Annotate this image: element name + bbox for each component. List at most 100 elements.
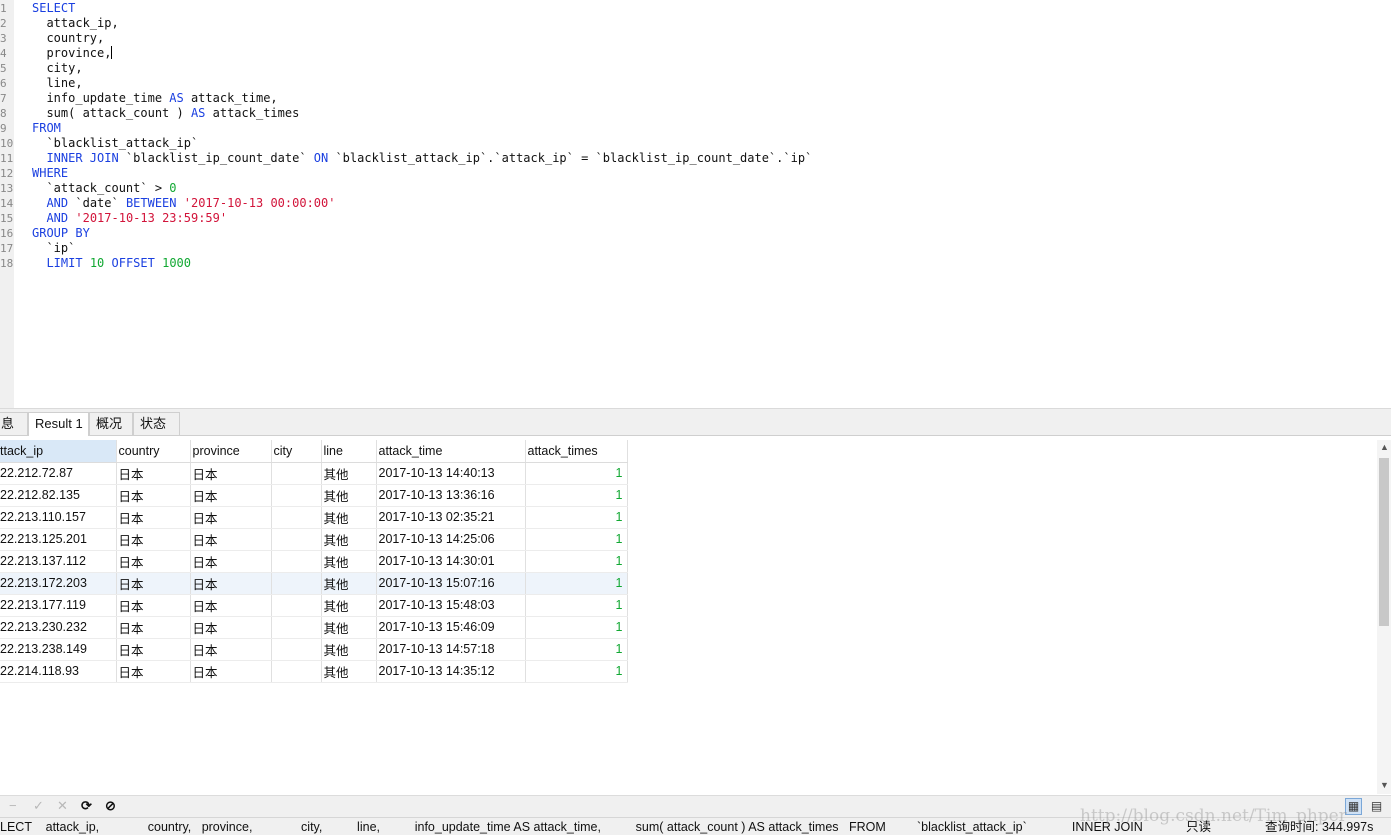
table-cell[interactable]: 22.214.118.93: [0, 660, 117, 683]
table-cell[interactable]: 2017-10-13 15:48:03: [376, 594, 526, 617]
column-header[interactable]: province: [190, 440, 272, 463]
table-cell[interactable]: [271, 462, 322, 485]
table-cell[interactable]: [271, 572, 322, 595]
table-row[interactable]: 22.214.118.93 日本 日本 其他 2017-10-13 14:35:12 1: [0, 660, 628, 683]
table-cell[interactable]: 日本: [190, 550, 272, 573]
tab-profile[interactable]: 概况: [89, 412, 133, 435]
table-cell[interactable]: 日本: [116, 550, 191, 573]
table-cell[interactable]: 2017-10-13 14:57:18: [376, 638, 526, 661]
table-cell[interactable]: 日本: [190, 528, 272, 551]
code-line[interactable]: AND `date` BETWEEN '2017-10-13 00:00:00': [32, 196, 335, 211]
table-cell[interactable]: 日本: [190, 660, 272, 683]
code-line[interactable]: GROUP BY: [32, 226, 90, 241]
table-cell[interactable]: [271, 616, 322, 639]
table-cell[interactable]: 其他: [321, 506, 377, 529]
table-cell[interactable]: 其他: [321, 616, 377, 639]
code-line[interactable]: `blacklist_attack_ip`: [32, 136, 198, 151]
code-line[interactable]: city,: [32, 61, 82, 76]
refresh-icon[interactable]: ⟳: [81, 797, 92, 815]
table-cell[interactable]: 2017-10-13 02:35:21: [376, 506, 526, 529]
table-cell[interactable]: 日本: [116, 616, 191, 639]
apply-changes-icon[interactable]: ✓: [33, 797, 44, 815]
table-cell[interactable]: 日本: [190, 594, 272, 617]
table-cell[interactable]: 22.213.110.157: [0, 506, 117, 529]
table-cell[interactable]: 日本: [116, 506, 191, 529]
column-header[interactable]: city: [271, 440, 322, 463]
code-line[interactable]: attack_ip,: [32, 16, 118, 31]
table-row[interactable]: 22.213.238.149 日本 日本 其他 2017-10-13 14:57:18 1: [0, 638, 628, 661]
table-cell[interactable]: 2017-10-13 15:46:09: [376, 616, 526, 639]
table-cell[interactable]: 其他: [321, 484, 377, 507]
table-cell[interactable]: [271, 594, 322, 617]
delete-record-icon[interactable]: −: [9, 797, 17, 815]
code-line[interactable]: `attack_count` > 0: [32, 181, 176, 196]
table-cell[interactable]: [271, 660, 322, 683]
table-cell[interactable]: 日本: [190, 484, 272, 507]
table-cell[interactable]: 22.213.177.119: [0, 594, 117, 617]
table-cell[interactable]: 其他: [321, 660, 377, 683]
table-cell[interactable]: 1: [525, 550, 628, 573]
table-cell[interactable]: 22.213.137.112: [0, 550, 117, 573]
table-row[interactable]: 22.213.177.119 日本 日本 其他 2017-10-13 15:48:03 1: [0, 594, 628, 617]
code-line[interactable]: AND '2017-10-13 23:59:59': [32, 211, 227, 226]
scroll-down-icon[interactable]: ▼: [1380, 780, 1389, 790]
column-header[interactable]: country: [116, 440, 191, 463]
table-cell[interactable]: [271, 528, 322, 551]
table-cell[interactable]: 1: [525, 572, 628, 595]
table-row[interactable]: 22.213.110.157 日本 日本 其他 2017-10-13 02:35:21 1: [0, 506, 628, 529]
code-line[interactable]: WHERE: [32, 166, 68, 181]
tab-status[interactable]: 状态: [133, 412, 180, 435]
code-line[interactable]: info_update_time AS attack_time,: [32, 91, 277, 106]
table-cell[interactable]: 22.213.172.203: [0, 572, 117, 595]
grid-view-icon[interactable]: ▦: [1345, 798, 1362, 815]
table-cell[interactable]: 2017-10-13 14:30:01: [376, 550, 526, 573]
table-cell[interactable]: 1: [525, 462, 628, 485]
sql-editor[interactable]: 1 2 3 4 5 6 7 8 9 10 11 12 13 14 15 16 17 18 SELECT attac…: [0, 0, 1391, 408]
table-cell[interactable]: 日本: [116, 528, 191, 551]
table-row[interactable]: 22.213.137.112 日本 日本 其他 2017-10-13 14:30:01 1: [0, 550, 628, 573]
code-line[interactable]: SELECT: [32, 1, 75, 16]
column-header[interactable]: ttack_ip: [0, 440, 117, 463]
table-cell[interactable]: 22.213.230.232: [0, 616, 117, 639]
table-cell[interactable]: 1: [525, 484, 628, 507]
code-line[interactable]: `ip`: [32, 241, 75, 256]
vertical-scrollbar[interactable]: ▲ ▼: [1377, 440, 1391, 794]
table-cell[interactable]: 日本: [116, 638, 191, 661]
table-cell[interactable]: 日本: [116, 594, 191, 617]
table-cell[interactable]: 日本: [190, 572, 272, 595]
table-cell[interactable]: 日本: [116, 572, 191, 595]
form-view-icon[interactable]: ▤: [1368, 798, 1385, 815]
table-cell[interactable]: 1: [525, 506, 628, 529]
table-cell[interactable]: 1: [525, 528, 628, 551]
table-cell[interactable]: 2017-10-13 13:36:16: [376, 484, 526, 507]
table-cell[interactable]: 日本: [116, 484, 191, 507]
table-cell[interactable]: 日本: [190, 638, 272, 661]
table-row[interactable]: 22.212.72.87 日本 日本 其他 2017-10-13 14:40:13 1: [0, 462, 628, 485]
code-line[interactable]: LIMIT 10 OFFSET 1000: [32, 256, 191, 271]
table-cell[interactable]: [271, 484, 322, 507]
discard-changes-icon[interactable]: ✕: [57, 797, 68, 815]
table-cell[interactable]: 其他: [321, 638, 377, 661]
table-cell[interactable]: 2017-10-13 15:07:16: [376, 572, 526, 595]
code-line[interactable]: province,: [32, 46, 113, 61]
table-cell[interactable]: [271, 550, 322, 573]
table-cell[interactable]: 22.212.82.135: [0, 484, 117, 507]
table-cell[interactable]: 日本: [190, 506, 272, 529]
result-grid[interactable]: ttack_ip country province city line attack_ti…: [0, 440, 1376, 795]
code-line[interactable]: country,: [32, 31, 104, 46]
table-row[interactable]: 22.213.172.203 日本 日本 其他 2017-10-13 15:07:16 1: [0, 572, 628, 595]
table-row[interactable]: 22.212.82.135 日本 日本 其他 2017-10-13 13:36:16 1: [0, 484, 628, 507]
table-cell[interactable]: 日本: [190, 616, 272, 639]
table-cell[interactable]: 22.212.72.87: [0, 462, 117, 485]
scroll-up-icon[interactable]: ▲: [1380, 442, 1389, 452]
code-line[interactable]: sum( attack_count ) AS attack_times: [32, 106, 299, 121]
tab-result-1[interactable]: Result 1: [28, 412, 89, 436]
table-cell[interactable]: 日本: [190, 462, 272, 485]
code-line[interactable]: line,: [32, 76, 82, 91]
table-cell[interactable]: 其他: [321, 462, 377, 485]
table-cell[interactable]: 2017-10-13 14:40:13: [376, 462, 526, 485]
code-line[interactable]: FROM: [32, 121, 61, 136]
table-cell[interactable]: 其他: [321, 594, 377, 617]
table-row[interactable]: 22.213.125.201 日本 日本 其他 2017-10-13 14:25:06 1: [0, 528, 628, 551]
column-header[interactable]: attack_time: [376, 440, 526, 463]
